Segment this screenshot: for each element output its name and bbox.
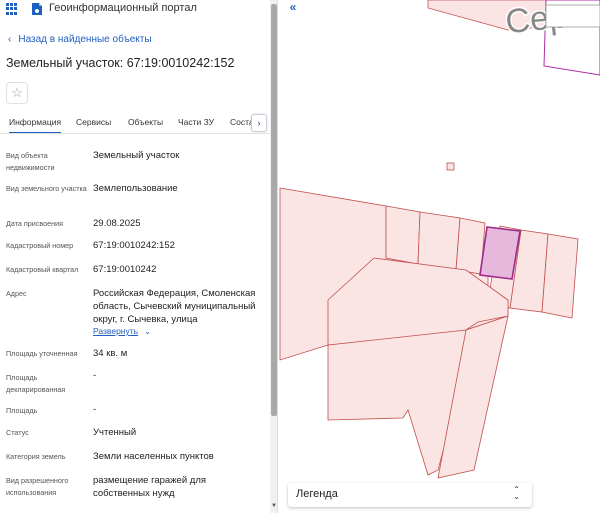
back-link-label: Назад в найденные объекты [18,34,152,45]
prop-value-land-category: Земли населенных пунктов [93,451,214,462]
prop-value-permitted-use: размещение гаражей для собственных нужд [93,475,207,499]
address-expand-link[interactable]: Развернуть ⌄ [93,326,151,336]
cadastral-map[interactable]: Сер [278,0,600,513]
tab-objects[interactable]: Объекты [128,117,163,127]
prop-value-status: Учтенный [93,427,137,438]
map-parcel [446,162,455,171]
favorite-button[interactable]: ☆ [6,82,28,104]
collapse-panel-button[interactable]: « [284,0,302,16]
map-parcel [417,211,461,271]
prop-label-land-category: Категория земель [6,452,66,461]
map-view[interactable]: Сер [278,0,600,513]
selected-parcel [479,226,521,280]
chevron-down-icon: ⌄ [144,327,151,336]
chevron-right-icon: › [257,118,261,128]
updown-icon: ⌃ ⌄ [513,485,520,501]
expand-link-label: Развернуть [93,326,139,336]
prop-label-assign-date: Дата присвоения [6,219,64,228]
prop-label-area-declared: Площадь декларированная [6,373,66,394]
prop-label-object-type: Вид объекта недвижимости [6,151,55,172]
prop-label-parcel-type: Вид земельного участка [6,184,87,193]
prop-label-area: Площадь [6,406,38,415]
app-title: Геоинформационный портал [49,2,197,14]
map-label-box [545,4,600,28]
prop-label-status: Статус [6,428,29,437]
double-chevron-left-icon: « [289,0,297,14]
prop-label-area-specified: Площадь уточненная [6,349,78,358]
page-title: Земельный участок: 67:19:0010242:152 [6,56,235,70]
portal-logo-icon [32,3,42,15]
prop-label-address: Адрес [6,289,27,298]
legend-dropdown[interactable]: Легенда ⌃ ⌄ [288,483,532,507]
prop-value-area: - [93,404,97,415]
prop-label-cadastral-quarter: Кадастровый квартал [6,265,79,274]
scroll-down-arrow-icon[interactable]: ▼ [271,503,277,509]
legend-label: Легенда [296,488,338,500]
prop-value-object-type: Земельный участок [93,150,180,161]
prop-value-parcel-type: Землепользование [93,183,178,194]
map-parcel [385,205,421,265]
object-info-panel: Геоинформационный портал ‹ Назад в найден… [0,0,278,513]
prop-value-assign-date: 29.08.2025 [93,218,141,229]
star-icon: ☆ [11,85,23,100]
tab-parts[interactable]: Части ЗУ [178,117,214,127]
prop-value-area-specified: 34 кв. м [93,348,128,359]
prop-label-cadastral-number: Кадастровый номер [6,241,74,250]
chevron-left-icon: ‹ [8,34,12,45]
prop-value-cadastral-quarter: 67:19:0010242 [93,264,157,275]
prop-label-permitted-use: Вид разрешенного использования [6,476,69,497]
panel-scrollbar-thumb[interactable] [271,4,277,416]
map-parcel [541,233,579,319]
back-to-results-link[interactable]: ‹ Назад в найденные объекты [8,34,152,45]
tabs-scroll-right-button[interactable]: › [251,114,267,132]
prop-value-cadastral-number: 67:19:0010242:152 [93,240,175,251]
grid-icon[interactable] [6,3,18,15]
tab-information[interactable]: Информация [9,117,62,133]
tab-bar: Информация Сервисы Объекты Части ЗУ Сост… [0,112,270,134]
prop-value-address: Российская Федерация, Смоленская область… [93,288,256,325]
prop-value-area-declared: - [93,370,97,381]
tab-services[interactable]: Сервисы [76,117,111,127]
top-bar: Геоинформационный портал [0,0,277,20]
